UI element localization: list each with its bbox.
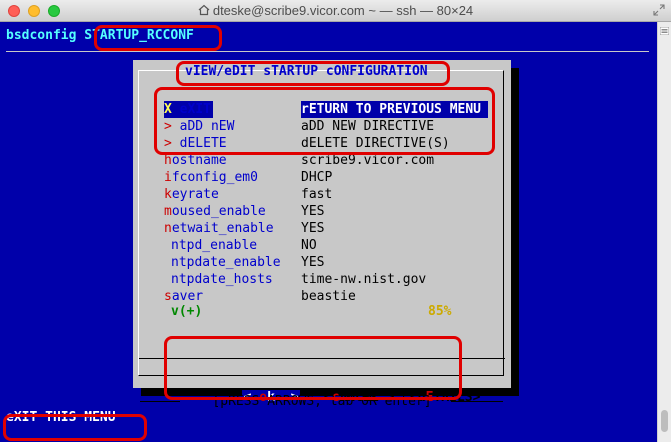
menu-item-tag: > dELETE	[164, 135, 227, 152]
menu-item-hotkey: i	[164, 170, 172, 185]
menu-item-value: NO	[301, 238, 317, 253]
menu-item-value: YES	[301, 221, 325, 236]
menu-item-hotkey: >	[164, 136, 172, 151]
menu-item[interactable]: hostname scribe9.vicor.com	[164, 152, 488, 169]
menu-item-hotkey: n	[164, 221, 172, 236]
menu-item-tag: netwait_enable	[164, 220, 274, 237]
backtitle-prefix: bsdconfig	[6, 28, 85, 43]
menu-item[interactable]: netwait_enable YES	[164, 220, 488, 237]
directive-menu[interactable]: X eXIT rETURN TO PREVIOUS MENU > aDD nEW aD…	[164, 101, 488, 305]
menu-item-tag: moused_enable	[164, 203, 266, 220]
menu-item-tag: saver	[164, 288, 203, 305]
menu-item-tag-rest: aver	[171, 289, 204, 304]
menu-item-value: DHCP	[301, 170, 333, 185]
menu-item[interactable]: ifconfig_em0 DHCP	[164, 169, 488, 186]
menu-item-value: dELETE DIRECTIVE(S)	[301, 136, 450, 151]
menu-item[interactable]: > dELETE dELETE DIRECTIVE(S)	[164, 135, 488, 152]
menu-item-value: YES	[301, 204, 325, 219]
menu-item-value: rETURN TO PREVIOUS MENU	[301, 101, 488, 118]
menu-item-value: beastie	[301, 289, 356, 304]
menu-item-tag: > aDD nEW	[164, 118, 234, 135]
menu-item-tag: keyrate	[164, 186, 219, 203]
menu-item-value: YES	[301, 255, 325, 270]
fullscreen-icon[interactable]	[653, 4, 665, 16]
menu-item-tag-rest: eyrate	[171, 187, 219, 202]
dialog-shadow-right	[511, 68, 519, 396]
startup-config-dialog: vIEW/eDIT sTARTUP cONFIGURATION X eXIT rE…	[133, 60, 511, 409]
menu-item-tag: ifconfig_em0	[164, 169, 258, 186]
menu-item-tag-rest: ntpd_enable	[171, 238, 258, 253]
menu-item[interactable]: X eXIT rETURN TO PREVIOUS MENU	[164, 101, 488, 118]
menu-item-tag-rest: ntpdate_hosts	[171, 272, 273, 287]
menu-item-hotkey: >	[164, 119, 172, 134]
status-line: eXIT THIS MENU	[6, 410, 116, 425]
window-titlebar: dteske@scribe9.vicor.com ~ — ssh — 80×24	[0, 0, 671, 22]
menu-item[interactable]: ntpd_enable NO	[164, 237, 488, 254]
menu-item[interactable]: keyrate fast	[164, 186, 488, 203]
dialog-title: vIEW/eDIT sTARTUP cONFIGURATION	[185, 64, 428, 79]
terminal-scrollbar[interactable]	[657, 22, 671, 442]
terminal-screen[interactable]: bsdconfig STARTUP_RCCONF vIEW/eDIT sTART…	[0, 22, 657, 442]
menu-item-tag-rest: dELETE	[171, 136, 227, 151]
terminal-window: dteske@scribe9.vicor.com ~ — ssh — 80×24…	[0, 0, 671, 442]
window-title: dteske@scribe9.vicor.com ~ — ssh — 80×24	[0, 3, 671, 18]
menu-lines-icon[interactable]	[660, 27, 669, 35]
menu-item[interactable]: ntpdate_enable YES	[164, 254, 488, 271]
menu-item-hotkey: s	[164, 289, 172, 304]
menu-item-tag-rest: ntpdate_enable	[171, 255, 281, 270]
scroll-indicator: v(+)	[171, 304, 203, 319]
menu-item-tag-rest: aDD nEW	[171, 119, 235, 134]
backtitle: bsdconfig STARTUP_RCCONF	[6, 28, 194, 43]
backtitle-rule	[6, 51, 649, 52]
menu-item-value: scribe9.vicor.com	[301, 153, 435, 168]
menu-item-tag-rest: ostname	[171, 153, 227, 168]
menu-item-hotkey: h	[164, 153, 172, 168]
menu-item-tag-rest: eXIT	[171, 102, 211, 117]
window-title-text: dteske@scribe9.vicor.com ~ — ssh — 80×24	[212, 3, 474, 18]
menu-item[interactable]: moused_enable YES	[164, 203, 488, 220]
menu-item-tag: X eXIT	[164, 101, 213, 118]
menu-item-tag: ntpdate_enable	[171, 254, 281, 271]
home-icon	[198, 4, 210, 16]
menu-item-value: time-nw.nist.gov	[301, 272, 427, 287]
menu-item[interactable]: ntpdate_hosts time-nw.nist.gov	[164, 271, 488, 288]
key-hint: [pRESS ARROWS, tab OR enter]	[212, 394, 432, 409]
menu-item-hotkey: m	[164, 204, 172, 219]
menu-item-value: fast	[301, 187, 333, 202]
menu-item-tag-rest: oused_enable	[171, 204, 266, 219]
menu-item-tag-rest: fconfig_em0	[171, 170, 258, 185]
dialog-divider	[139, 358, 505, 359]
menu-item-tag-rest: etwait_enable	[171, 221, 274, 236]
scrollbar-thumb[interactable]	[661, 410, 668, 432]
menu-item[interactable]: > aDD nEW aDD NEW DIRECTIVE	[164, 118, 488, 135]
scroll-percent: 85%	[428, 304, 452, 319]
menu-item-value: aDD NEW DIRECTIVE	[301, 119, 435, 134]
menu-item-tag: hostname	[164, 152, 227, 169]
menu-item[interactable]: saver beastie	[164, 288, 488, 305]
menu-item-tag: ntpd_enable	[171, 237, 257, 254]
menu-item-hotkey: X	[164, 102, 172, 117]
menu-item-hotkey: k	[164, 187, 172, 202]
backtitle-module: STARTUP_RCCONF	[84, 28, 194, 43]
menu-item-tag: ntpdate_hosts	[171, 271, 273, 288]
